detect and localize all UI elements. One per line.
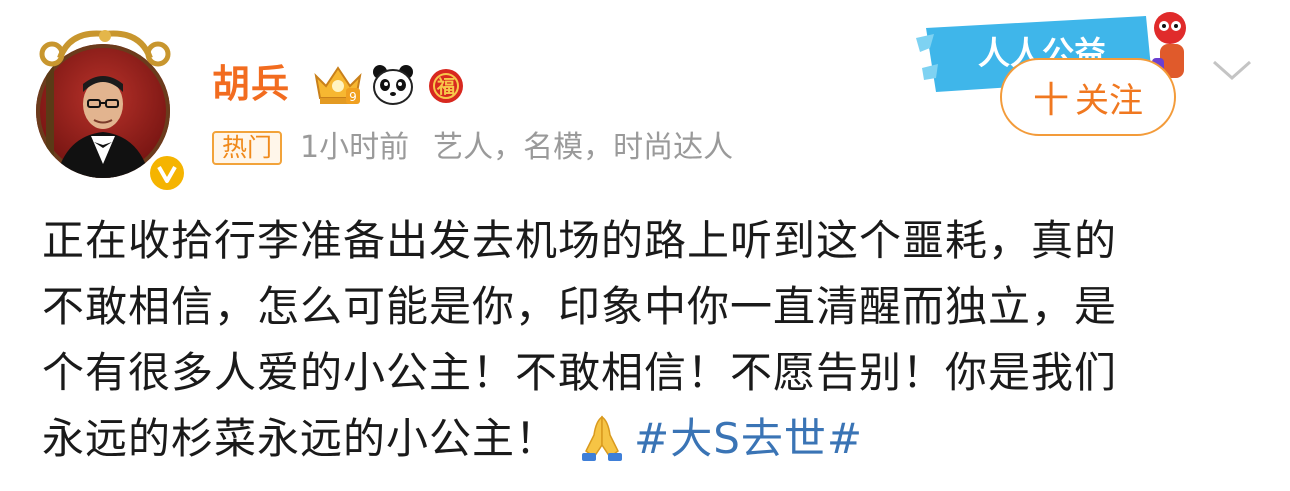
folded-hands-icon <box>582 415 623 461</box>
chevron-down-icon[interactable] <box>1210 56 1254 84</box>
crown-vip-icon[interactable]: 9 <box>312 62 364 108</box>
fu-red-envelope-icon[interactable]: 福 <box>426 62 466 108</box>
panda-icon[interactable] <box>370 62 416 108</box>
content-line: 正在收拾行李准备出发去机场的路上听到这个噩耗，真的 <box>42 216 1118 265</box>
avatar[interactable] <box>30 24 188 194</box>
plus-icon: 十 <box>1032 80 1069 121</box>
verified-v-icon <box>146 152 188 194</box>
hot-tag[interactable]: 热门 <box>212 131 283 165</box>
weibo-post: 胡兵 9 福 热门 1小时前 艺人，名模，时尚达人 人人公益 十 关注 正在收拾… <box>0 0 1290 491</box>
post-content: 正在收拾行李准备出发去机场的路上听到这个噩耗，真的 不敢相信，怎么可能是你，印象… <box>42 208 1252 472</box>
content-line-last: 永远的杉菜永远的小公主！ #大S去世# <box>42 406 1252 472</box>
username[interactable]: 胡兵 <box>212 60 290 108</box>
svg-text:福: 福 <box>436 76 455 98</box>
hashtag-link[interactable]: #大S去世# <box>634 414 863 463</box>
content-line-text: 永远的杉菜永远的小公主！ <box>42 414 559 463</box>
content-line: 不敢相信，怎么可能是你，印象中你一直清醒而独立，是 <box>42 282 1118 331</box>
user-description: 艺人，名模，时尚达人 <box>433 130 734 165</box>
follow-button[interactable]: 十 关注 <box>1000 58 1176 136</box>
post-meta: 热门 1小时前 艺人，名模，时尚达人 <box>212 128 733 168</box>
follow-label: 关注 <box>1075 80 1143 121</box>
post-time: 1小时前 <box>300 130 410 165</box>
avatar-frame-ornament <box>39 30 171 67</box>
svg-text:9: 9 <box>349 90 357 104</box>
content-line: 个有很多人爱的小公主！不敢相信！不愿告别！你是我们 <box>42 348 1118 397</box>
